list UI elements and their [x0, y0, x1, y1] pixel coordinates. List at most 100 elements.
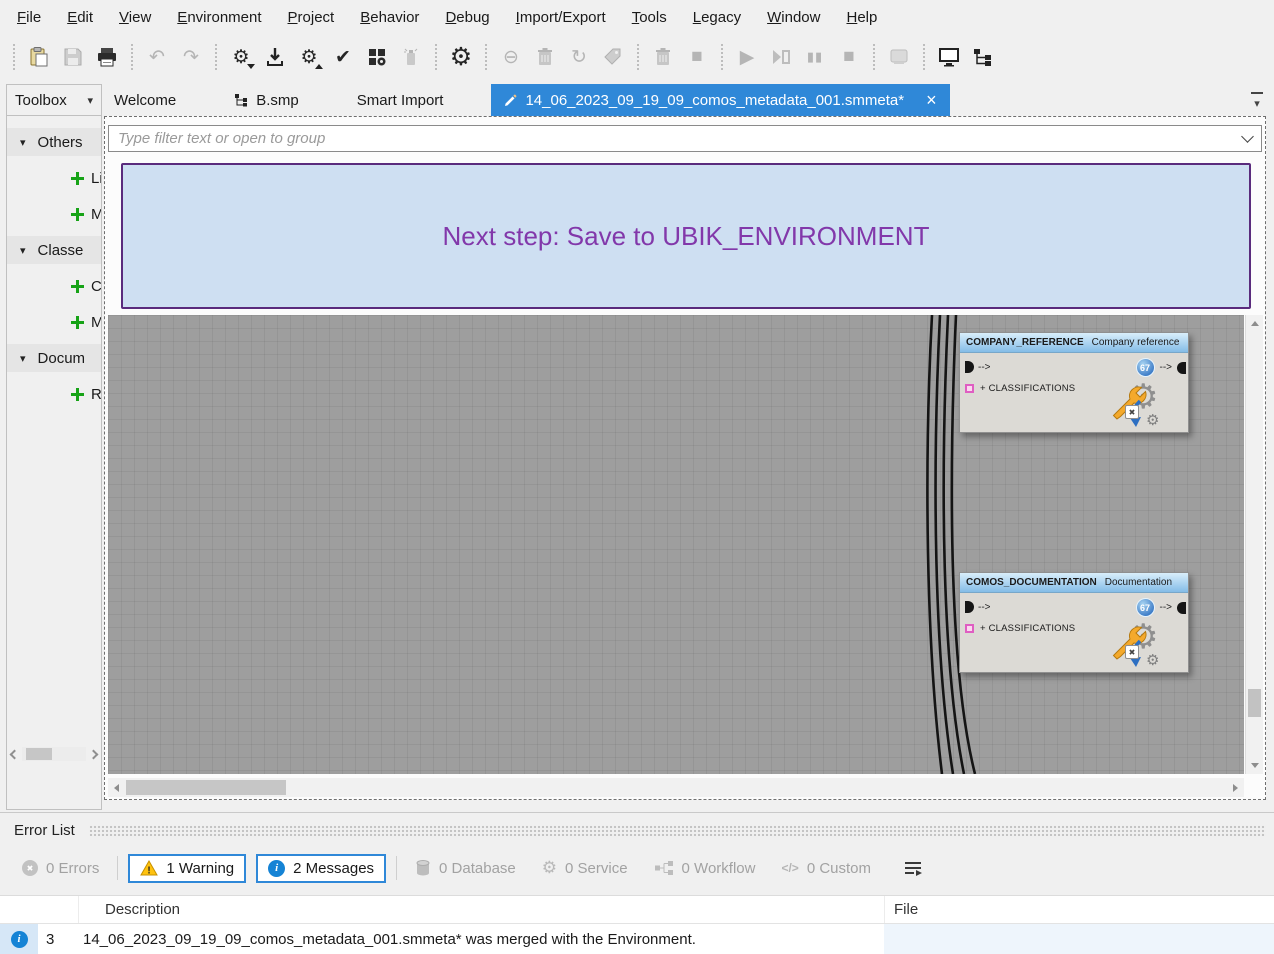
toolbox-title: Toolbox: [15, 92, 67, 109]
scroll-thumb[interactable]: [26, 748, 52, 760]
menu-item-behavior[interactable]: Behavior: [347, 1, 432, 34]
chevron-down-icon[interactable]: [1241, 130, 1254, 143]
filter-service[interactable]: ⚙ 0 Service: [534, 853, 636, 883]
menu-item-edit[interactable]: Edit: [54, 1, 106, 34]
play-frame-glyph: [771, 49, 791, 65]
remove-circle-icon[interactable]: ⊖: [496, 42, 526, 72]
menu-item-help[interactable]: Help: [833, 1, 890, 34]
scroll-track[interactable]: [22, 747, 86, 761]
scroll-thumb[interactable]: [126, 780, 286, 795]
tab-metadata-file[interactable]: 14_06_2023_09_19_09_comos_metadata_001.s…: [491, 84, 949, 116]
column-file[interactable]: File: [884, 896, 1274, 923]
main-toolbar: ↶ ↷ ⚙ ⚙ ✔ ⚙ ⊖ ↻ ■ ▶ ▮▮ ■: [0, 34, 1274, 80]
trash-icon[interactable]: [530, 42, 560, 72]
column-description[interactable]: Description: [78, 896, 884, 923]
toolbox-section-documents[interactable]: ▾ Docum: [7, 344, 101, 372]
toolbox-item[interactable]: Li: [7, 164, 101, 192]
play-icon[interactable]: ▶: [732, 42, 762, 72]
print-icon[interactable]: [92, 42, 122, 72]
file-import-icon[interactable]: [260, 42, 290, 72]
toolbox-item[interactable]: M: [7, 308, 101, 336]
toolbox-item[interactable]: M: [7, 200, 101, 228]
tab-smart-import[interactable]: Smart Import: [347, 84, 454, 116]
scroll-right-icon[interactable]: [1227, 778, 1244, 797]
menu-item-window[interactable]: Window: [754, 1, 833, 34]
node-header: COMPANY_REFERENCE Company reference: [960, 333, 1188, 353]
refresh-icon[interactable]: ↻: [564, 42, 594, 72]
node-company-reference[interactable]: COMPANY_REFERENCE Company reference ⚙ ⚙ …: [959, 332, 1189, 433]
menu-item-tools[interactable]: Tools: [619, 1, 680, 34]
toolbox-header[interactable]: Toolbox ▾: [7, 85, 101, 116]
settings-gear-icon[interactable]: ⚙: [446, 42, 476, 72]
menu-item-project[interactable]: Project: [275, 1, 348, 34]
column-icon[interactable]: [0, 896, 38, 923]
hierarchy-icon[interactable]: [968, 42, 998, 72]
input-port-icon[interactable]: [1177, 602, 1186, 614]
node-comos-documentation[interactable]: COMOS_DOCUMENTATION Documentation ⚙ ⚙ ✖: [959, 572, 1189, 673]
stop-debug-icon[interactable]: ■: [834, 42, 864, 72]
spray-icon[interactable]: [396, 42, 426, 72]
column-label: File: [894, 901, 918, 918]
menu-item-import-export[interactable]: Import/Export: [503, 1, 619, 34]
error-table-row[interactable]: i 3 14_06_2023_09_19_09_comos_metadata_0…: [0, 924, 1274, 954]
menu-item-debug[interactable]: Debug: [432, 1, 502, 34]
toolbox-section-others[interactable]: ▾ Others: [7, 128, 101, 156]
filter-warnings[interactable]: ! 1 Warning: [128, 854, 246, 883]
toolbox-item[interactable]: Cl: [7, 272, 101, 300]
tab-bsmp[interactable]: B.smp: [224, 84, 309, 116]
generate-classes-icon[interactable]: [362, 42, 392, 72]
validate-icon[interactable]: ✔: [328, 42, 358, 72]
monitor-icon[interactable]: [934, 42, 964, 72]
menu-item-legacy[interactable]: Legacy: [680, 1, 754, 34]
menu-item-environment[interactable]: Environment: [164, 1, 274, 34]
output-port-icon[interactable]: [965, 361, 974, 373]
filter-errors[interactable]: ✖ 0 Errors: [14, 855, 107, 882]
message-list-button[interactable]: [903, 860, 923, 876]
filter-database[interactable]: 0 Database: [407, 854, 524, 882]
horizontal-scrollbar: [108, 778, 1244, 797]
input-port-icon[interactable]: [1177, 362, 1186, 374]
play-to-frame-icon[interactable]: [766, 42, 796, 72]
toolbox-section-classes[interactable]: ▾ Classe: [7, 236, 101, 264]
classification-port-icon[interactable]: [965, 384, 974, 393]
filter-workflow[interactable]: 0 Workflow: [646, 855, 764, 882]
tab-welcome[interactable]: Welcome: [104, 84, 186, 116]
pause-icon[interactable]: ▮▮: [800, 42, 830, 72]
menu-item-view[interactable]: View: [106, 1, 164, 34]
diagram-canvas[interactable]: COMPANY_REFERENCE Company reference ⚙ ⚙ …: [108, 315, 1244, 774]
tab-list-dropdown[interactable]: ▾: [1248, 90, 1266, 112]
menu-item-file[interactable]: File: [4, 1, 54, 34]
output-port-icon[interactable]: [965, 601, 974, 613]
classification-port-icon[interactable]: [965, 624, 974, 633]
column-line[interactable]: [38, 896, 78, 923]
filter-custom[interactable]: </> 0 Custom: [773, 855, 879, 882]
item-label: M: [91, 206, 102, 223]
metadata-export-icon[interactable]: ⚙: [294, 42, 324, 72]
scroll-right-icon[interactable]: [89, 749, 99, 759]
toolbox-item[interactable]: Re: [7, 380, 101, 408]
scroll-up-icon[interactable]: [1246, 315, 1264, 332]
undo-icon[interactable]: ↶: [142, 42, 172, 72]
redo-icon[interactable]: ↷: [176, 42, 206, 72]
filter-input[interactable]: [118, 130, 1237, 147]
plus-icon: [71, 316, 84, 329]
paste-icon[interactable]: [24, 42, 54, 72]
warning-icon: !: [140, 860, 158, 876]
save-icon[interactable]: [58, 42, 88, 72]
node-name: COMPANY_REFERENCE: [966, 337, 1084, 348]
service-icon: ⚙: [542, 858, 557, 878]
node-body: ⚙ ⚙ ✖ --> 67 -->: [960, 593, 1188, 672]
close-icon[interactable]: ×: [926, 91, 937, 109]
scroll-thumb[interactable]: [1248, 689, 1261, 717]
scroll-down-icon[interactable]: [1246, 757, 1264, 774]
scroll-left-icon[interactable]: [10, 749, 20, 759]
stop-square-icon[interactable]: ■: [682, 42, 712, 72]
filter-messages[interactable]: i 2 Messages: [256, 854, 386, 883]
scroll-left-icon[interactable]: [108, 778, 125, 797]
metadata-import-icon[interactable]: ⚙: [226, 42, 256, 72]
delete-all-icon[interactable]: [648, 42, 678, 72]
tag-icon[interactable]: [598, 42, 628, 72]
row-line-cell: 3: [38, 924, 78, 954]
toolbar-grip: [721, 44, 723, 70]
debug-visualizer-icon[interactable]: [884, 42, 914, 72]
